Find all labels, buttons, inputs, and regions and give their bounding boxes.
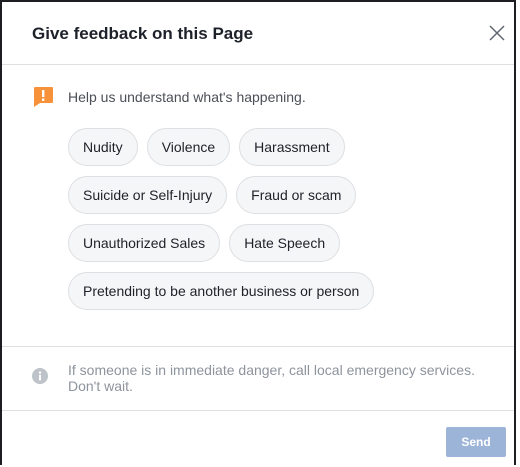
option-unauthorized-sales[interactable]: Unauthorized Sales — [68, 224, 221, 262]
divider — [2, 410, 514, 411]
dialog-header: Give feedback on this Page — [2, 2, 514, 65]
option-hate-speech[interactable]: Hate Speech — [229, 224, 341, 262]
options-row: Nudity Violence Harassment — [68, 128, 508, 166]
option-suicide-self-injury[interactable]: Suicide or Self-Injury — [68, 176, 228, 214]
info-icon — [32, 368, 48, 384]
close-button[interactable] — [486, 22, 508, 44]
divider — [2, 346, 514, 347]
option-pretending[interactable]: Pretending to be another business or per… — [68, 272, 375, 310]
feedback-dialog: Give feedback on this Page Help us under… — [0, 0, 516, 465]
info-text: If someone is in immediate danger, call … — [68, 362, 475, 394]
option-fraud-or-scam[interactable]: Fraud or scam — [236, 176, 357, 214]
option-nudity[interactable]: Nudity — [68, 128, 138, 166]
option-harassment[interactable]: Harassment — [239, 128, 345, 166]
dialog-title: Give feedback on this Page — [32, 24, 254, 43]
option-violence[interactable]: Violence — [146, 128, 231, 166]
prompt-row: Help us understand what's happening. — [32, 86, 306, 108]
options-row: Unauthorized Sales Hate Speech — [68, 224, 508, 262]
options-row: Suicide or Self-Injury Fraud or scam — [68, 176, 508, 214]
info-row: If someone is in immediate danger, call … — [32, 362, 488, 394]
close-icon — [489, 25, 505, 41]
options-row: Pretending to be another business or per… — [68, 272, 508, 310]
alert-icon — [34, 87, 53, 107]
feedback-options: Nudity Violence Harassment Suicide or Se… — [68, 128, 508, 320]
prompt-text: Help us understand what's happening. — [68, 89, 306, 105]
send-button[interactable]: Send — [446, 427, 506, 457]
